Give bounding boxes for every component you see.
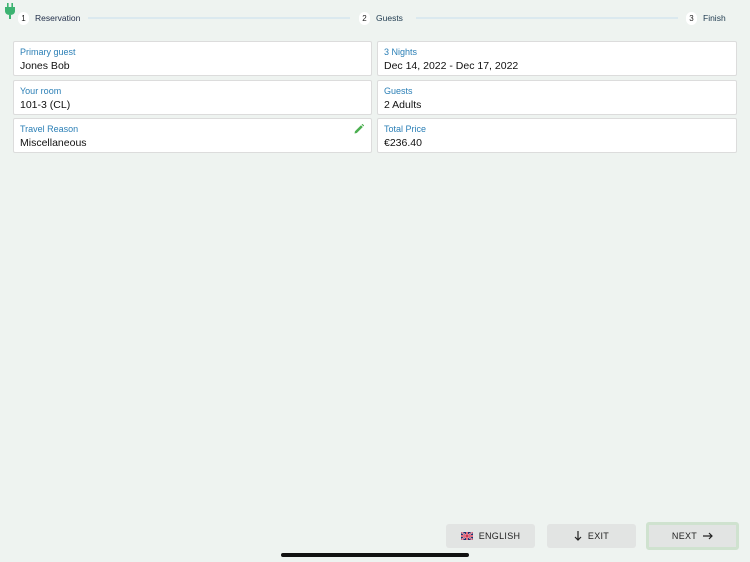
primary-guest-card: Primary guest Jones Bob [13,41,372,76]
card-value: 101-3 (CL) [20,99,71,111]
card-label: Total Price [384,124,427,134]
step-connector [88,17,350,19]
card-value: €236.40 [384,137,422,149]
total-price-card: Total Price €236.40 [377,118,737,153]
room-card: Your room 101-3 (CL) [13,80,372,115]
step-number: 2 [359,11,370,25]
step-label: Finish [703,13,726,23]
plug-icon [5,3,15,19]
next-button[interactable]: NEXT [646,522,739,550]
step-label: Guests [376,13,403,23]
home-indicator[interactable] [281,553,469,557]
card-label: 3 Nights [384,47,418,57]
step-number: 1 [18,11,29,25]
card-label: Guests [384,86,413,96]
card-value: 2 Adults [384,99,422,111]
language-button[interactable]: ENGLISH [446,524,535,548]
card-value: Dec 14, 2022 - Dec 17, 2022 [384,60,519,72]
nights-card: 3 Nights Dec 14, 2022 - Dec 17, 2022 [377,41,737,76]
step-connector [416,17,678,19]
exit-button[interactable]: EXIT [547,524,636,548]
step-finish[interactable]: 3 Finish [686,10,726,26]
pencil-icon[interactable] [354,124,364,134]
exit-label: EXIT [587,531,610,541]
arrow-right-icon [703,532,713,540]
next-label: NEXT [671,531,698,541]
step-label: Reservation [35,13,81,23]
guests-card: Guests 2 Adults [377,80,737,115]
step-guests[interactable]: 2 Guests [359,10,403,26]
card-label: Primary guest [20,47,76,57]
card-label: Travel Reason [20,124,79,134]
step-number: 3 [686,11,697,25]
card-value: Jones Bob [20,60,70,72]
travel-reason-card[interactable]: Travel Reason Miscellaneous [13,118,372,153]
card-value: Miscellaneous [20,137,87,149]
progress-stepper: 1 Reservation 2 Guests 3 Finish [18,10,730,26]
step-reservation[interactable]: 1 Reservation [18,10,80,26]
uk-flag-icon [460,532,473,540]
card-label: Your room [20,86,62,96]
arrow-down-icon [574,531,582,541]
language-label: ENGLISH [478,531,521,541]
